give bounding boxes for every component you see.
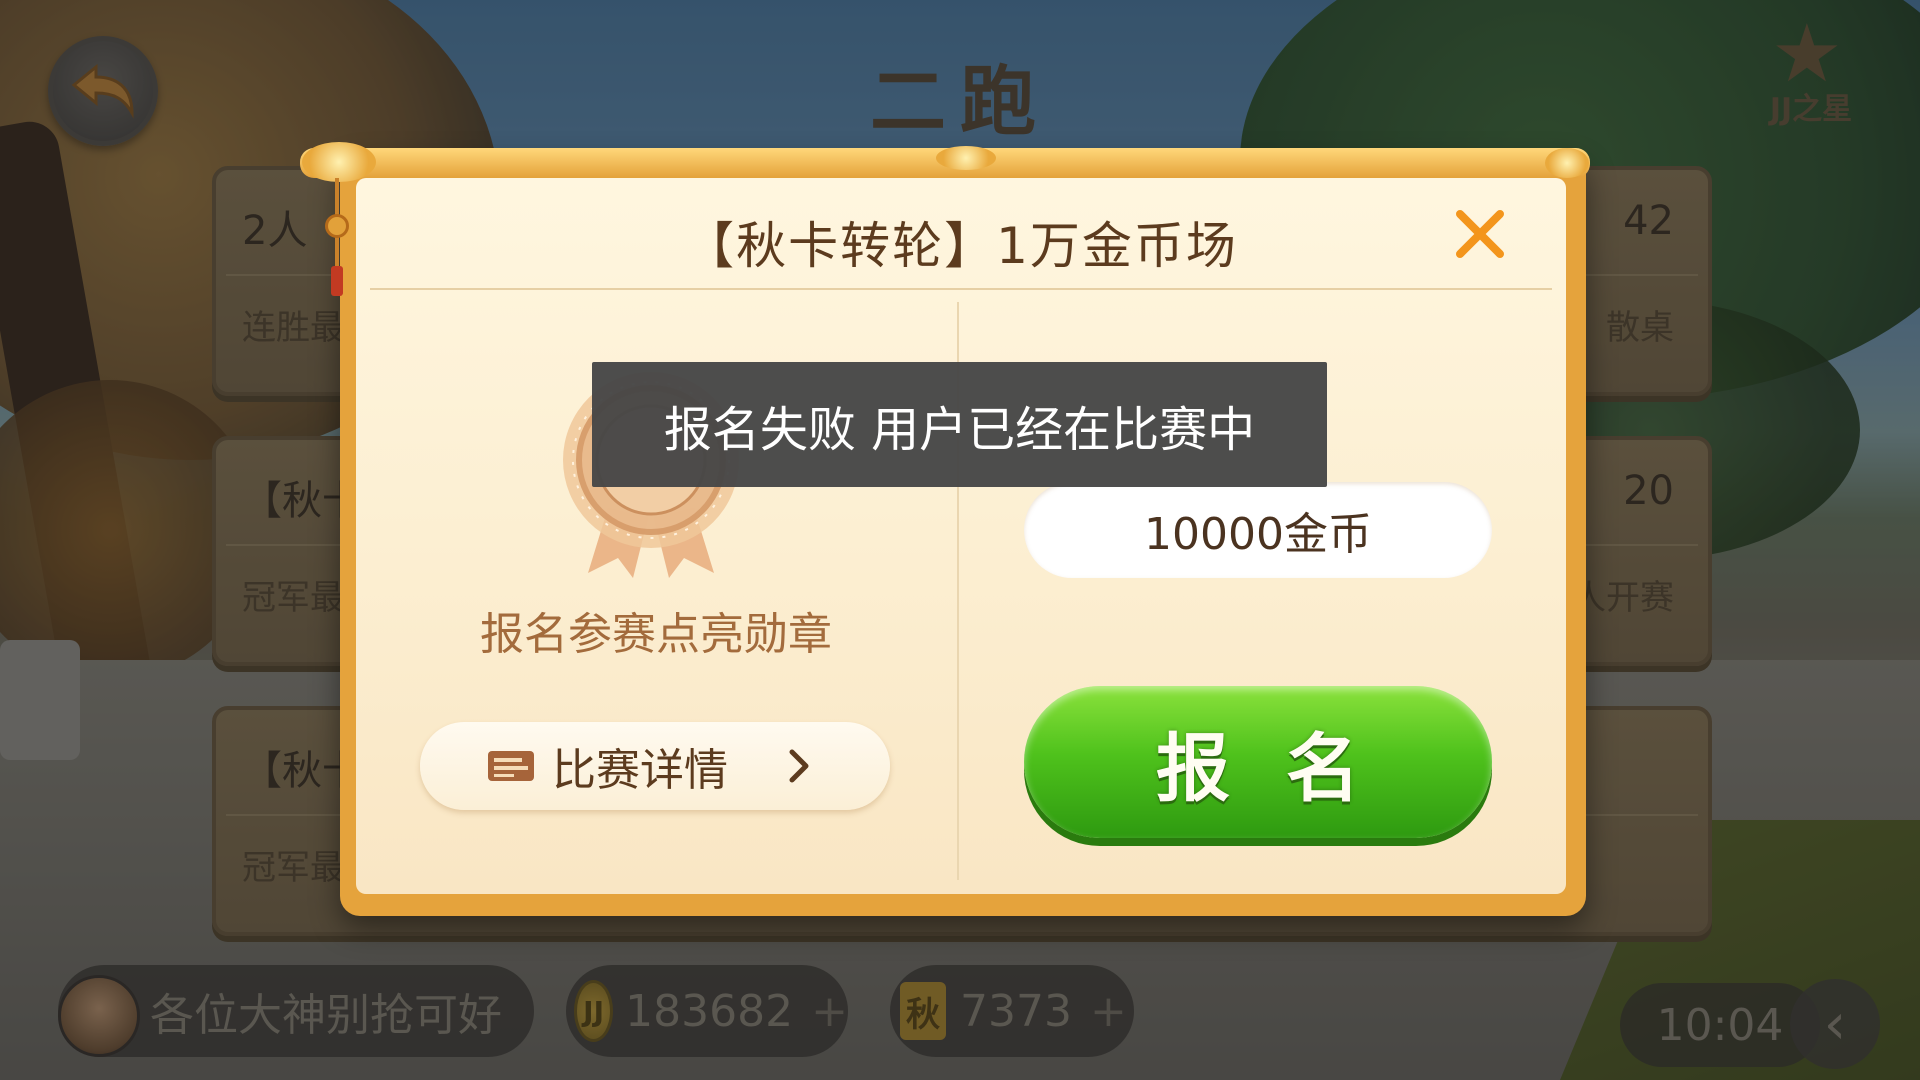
match-details-button[interactable]: 比赛详情 xyxy=(420,722,890,810)
match-details-label: 比赛详情 xyxy=(552,745,728,796)
tassel-ornament-icon xyxy=(325,178,349,298)
close-x-icon xyxy=(1456,210,1504,258)
toast-message: 报名失败 用户已经在比赛中 xyxy=(663,401,1256,458)
modal-title: 【秋卡转轮】1万金币场 xyxy=(684,217,1238,275)
center-ornament-icon xyxy=(936,146,996,170)
cloud-ornament-icon xyxy=(1545,148,1589,178)
signup-label: 报名 xyxy=(1156,725,1416,812)
medal-caption: 报名参赛点亮勋章 xyxy=(480,609,832,660)
entry-fee: 10000金币 xyxy=(1024,482,1492,578)
error-toast: 报名失败 用户已经在比赛中 xyxy=(592,362,1327,487)
modal-body: 【秋卡转轮】1万金币场 报名参赛点亮勋章 比赛详情 10000金币 报名 xyxy=(356,178,1566,894)
close-button[interactable] xyxy=(1450,204,1510,264)
chevron-right-icon xyxy=(789,749,809,783)
signup-button[interactable]: 报名 xyxy=(1024,686,1492,838)
cloud-ornament-icon xyxy=(302,142,376,182)
ticket-icon xyxy=(488,751,534,781)
title-divider xyxy=(370,288,1552,290)
entry-fee-label: 10000金币 xyxy=(1144,509,1372,560)
